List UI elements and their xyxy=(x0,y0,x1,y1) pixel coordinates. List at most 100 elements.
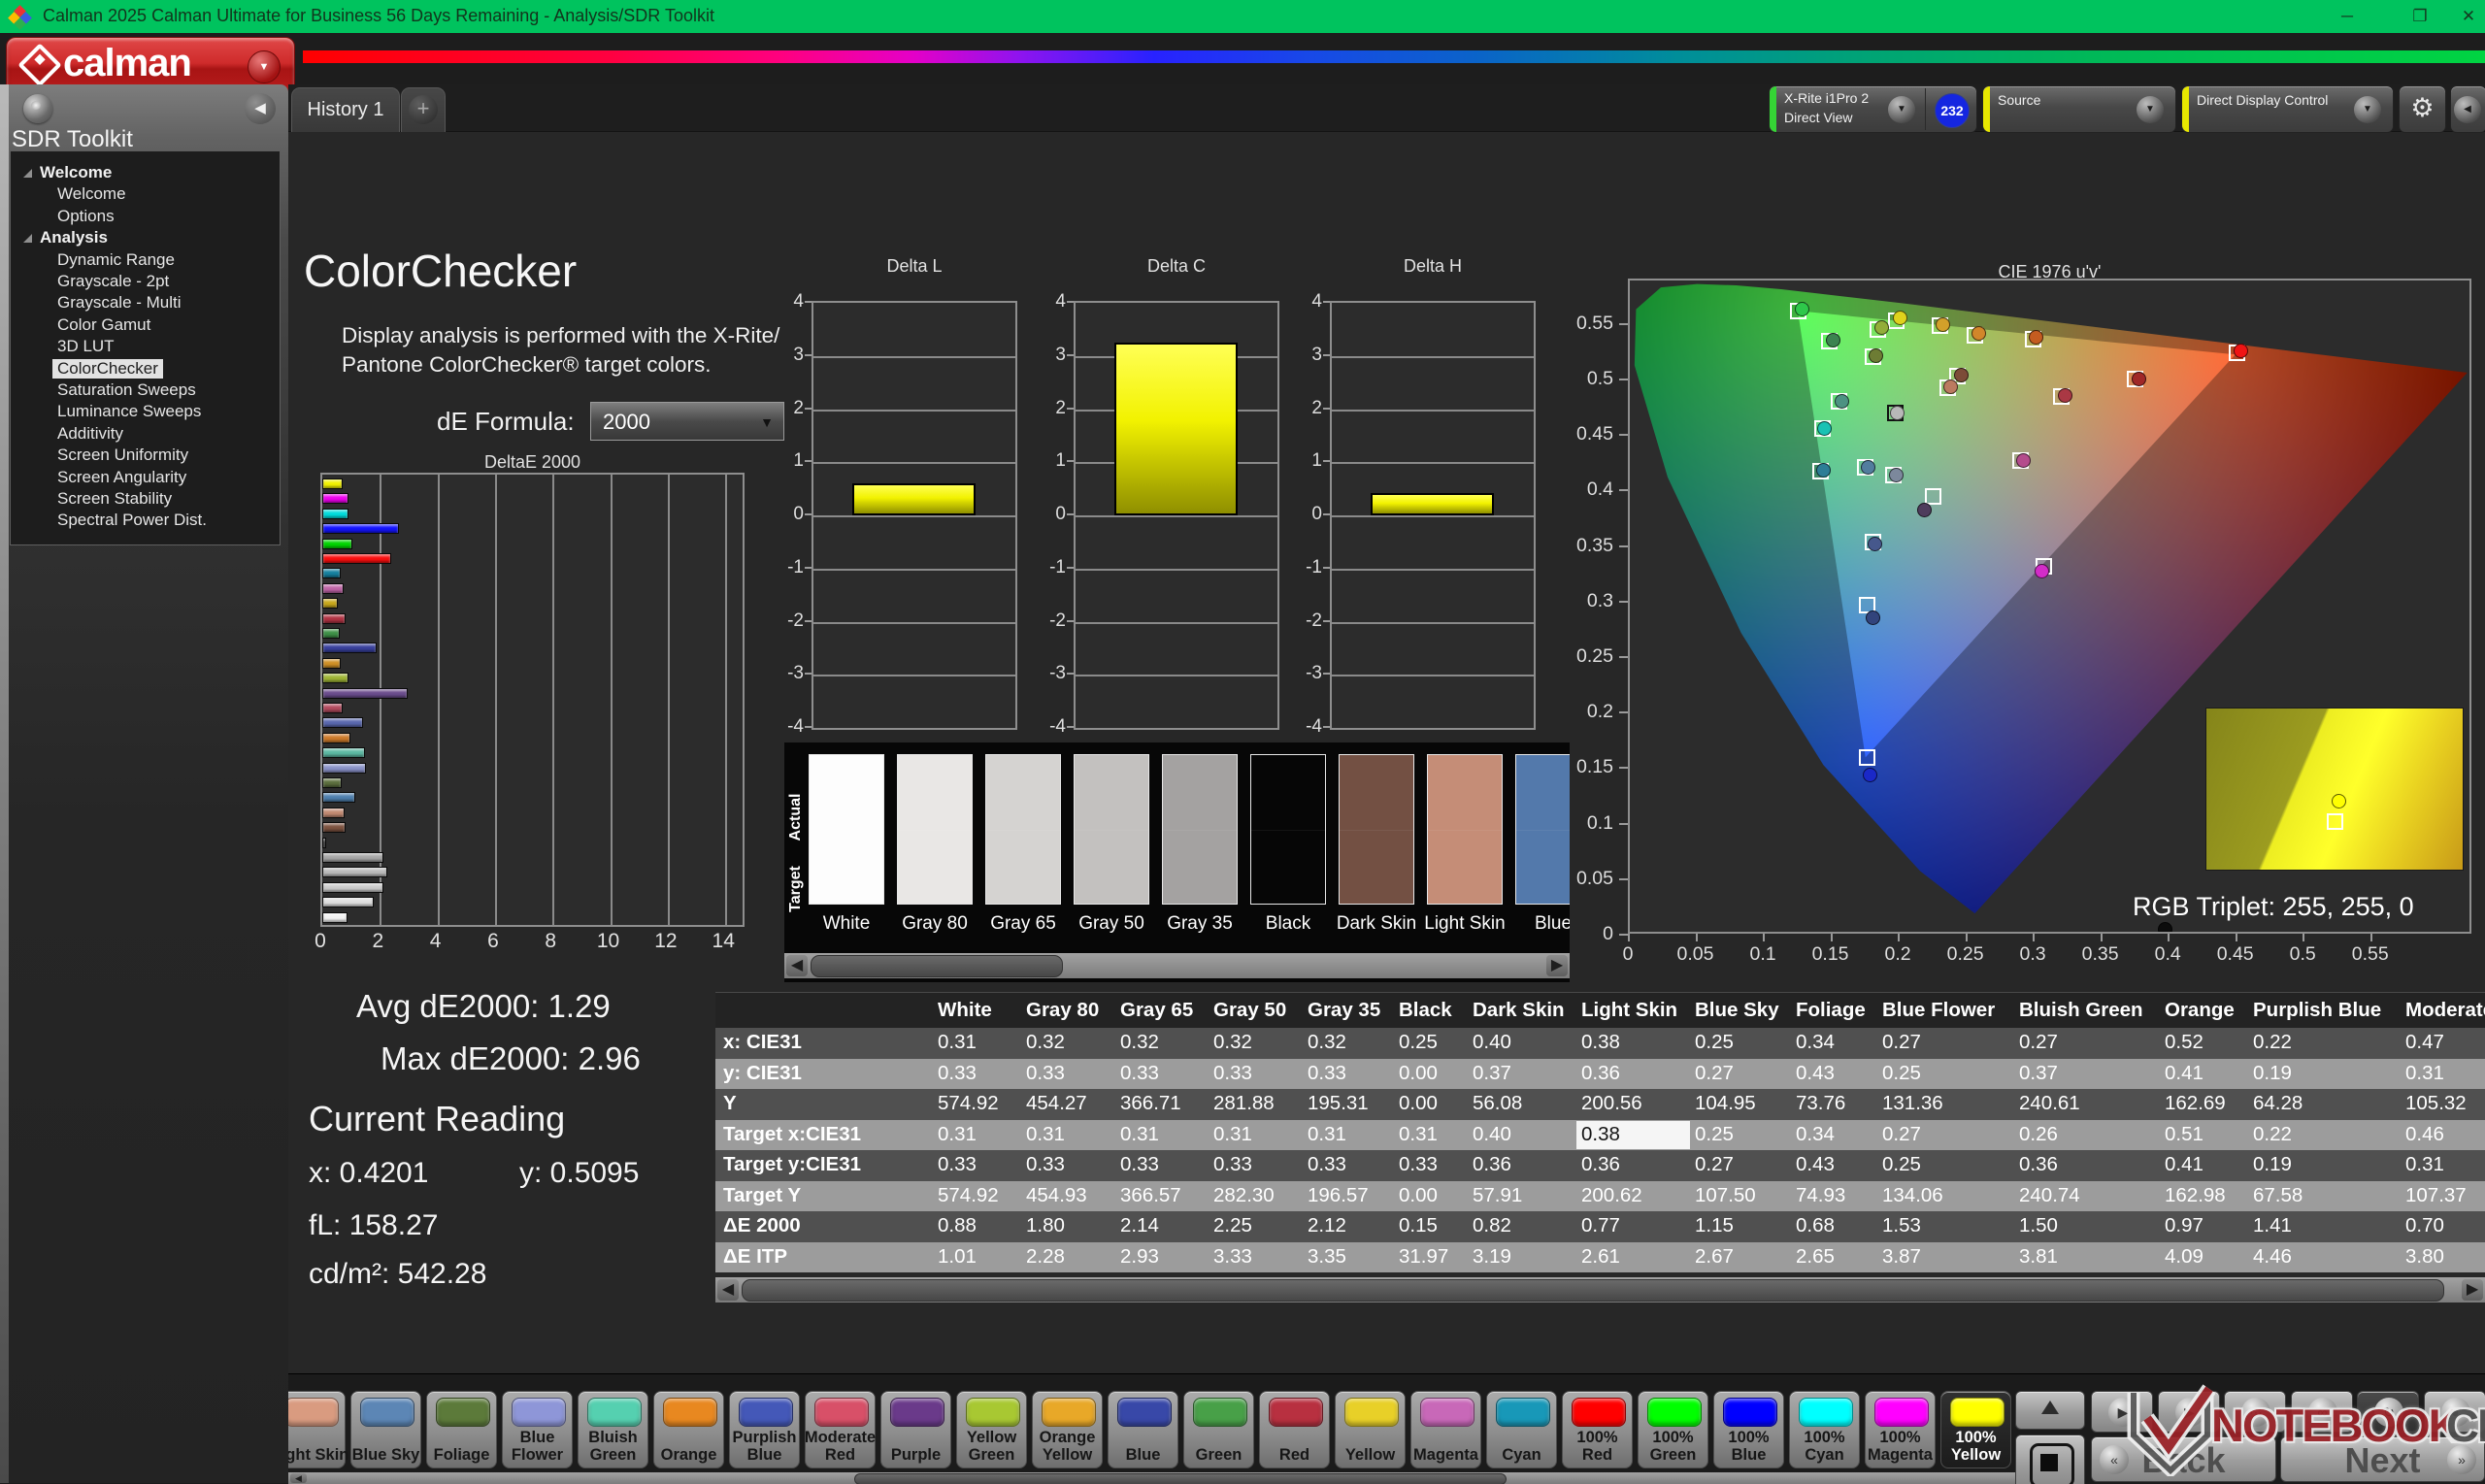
table-scroll-thumb[interactable] xyxy=(742,1279,2444,1302)
x-tick-mark xyxy=(1696,934,1698,941)
patch-scrollbar[interactable]: ◀ xyxy=(288,1472,2022,1484)
patch-button-orange-yellow[interactable]: Orange Yellow xyxy=(1032,1391,1103,1468)
sidebar-item-label: Additivity xyxy=(57,424,123,444)
table-cell: 73.76 xyxy=(1791,1092,1877,1115)
patch-button-magenta[interactable]: Magenta xyxy=(1410,1391,1481,1468)
expander-triangle-icon[interactable] xyxy=(23,234,32,243)
scroll-left-icon[interactable]: ◀ xyxy=(290,1473,307,1483)
sidebar-item-label: Luminance Sweeps xyxy=(57,402,201,421)
sidebar-item-screen-angularity[interactable]: Screen Angularity xyxy=(11,468,278,489)
patch-button-yellow[interactable]: Yellow xyxy=(1335,1391,1406,1468)
sidebar-item-options[interactable]: Options xyxy=(11,207,278,228)
sidebar-item-spectral-power-dist-[interactable]: Spectral Power Dist. xyxy=(11,511,278,532)
deltae-chart xyxy=(320,473,745,927)
swatch-gray-50[interactable] xyxy=(1074,754,1149,905)
display-chevron-icon[interactable]: ▼ xyxy=(2354,96,2381,123)
sidebar-item-screen-uniformity[interactable]: Screen Uniformity xyxy=(11,445,278,467)
sidebar-item-color-gamut[interactable]: Color Gamut xyxy=(11,315,278,337)
patch-button-blue-sky[interactable]: Blue Sky xyxy=(350,1391,421,1468)
swatch-blue[interactable] xyxy=(1515,754,1570,905)
patch-button-100-yellow[interactable]: 100% Yellow xyxy=(1940,1391,2011,1468)
patch-button-blue-flower[interactable]: Blue Flower xyxy=(502,1391,573,1468)
swatch-scrollbar[interactable]: ◀ ▶ xyxy=(784,953,1570,978)
logo-menu-chevron-icon[interactable]: ▼ xyxy=(248,50,281,83)
y-tick-mark xyxy=(1619,656,1628,658)
patch-button-100-green[interactable]: 100% Green xyxy=(1638,1391,1708,1468)
patch-button-red[interactable]: Red xyxy=(1259,1391,1330,1468)
sidebar-item-dynamic-range[interactable]: Dynamic Range xyxy=(11,250,278,272)
column-header-dark-skin: Dark Skin xyxy=(1468,999,1576,1024)
display-control-dropdown[interactable]: Direct Display Control ▼ xyxy=(2181,85,2394,133)
swatch-gray-65[interactable] xyxy=(985,754,1061,905)
patch-button-100-blue[interactable]: 100% Blue xyxy=(1713,1391,1784,1468)
patch-button-purplish-blue[interactable]: Purplish Blue xyxy=(729,1391,800,1468)
collapse-panel-button[interactable]: ◀ xyxy=(2450,85,2485,133)
patch-button-bluish-green[interactable]: Bluish Green xyxy=(578,1391,648,1468)
swatch-gray-35[interactable] xyxy=(1162,754,1238,905)
patch-button-cyan[interactable]: Cyan xyxy=(1486,1391,1557,1468)
patch-button-purple[interactable]: Purple xyxy=(880,1391,951,1468)
scroll-right-icon[interactable]: ▶ xyxy=(1546,955,1568,976)
meter-chevron-icon[interactable]: ▼ xyxy=(1888,96,1915,123)
restore-button[interactable]: ❐ xyxy=(2398,8,2442,25)
patch-button-yellow-green[interactable]: Yellow Green xyxy=(956,1391,1027,1468)
swatch-scroll-thumb[interactable] xyxy=(811,955,1063,977)
patch-button-100-red[interactable]: 100% Red xyxy=(1562,1391,1633,1468)
sidebar-item-welcome[interactable]: Welcome xyxy=(11,163,278,184)
sidebar-item-grayscale-2pt[interactable]: Grayscale - 2pt xyxy=(11,272,278,293)
patch-button-blue[interactable]: Blue xyxy=(1108,1391,1178,1468)
sidebar-item-colorchecker[interactable]: ColorChecker xyxy=(11,359,278,380)
patch-button-foliage[interactable]: Foliage xyxy=(426,1391,497,1468)
close-button[interactable]: ✕ xyxy=(2446,8,2485,25)
scroll-left-icon[interactable]: ◀ xyxy=(717,1279,739,1301)
highlighted-cell[interactable]: 0.38 xyxy=(1576,1121,1690,1150)
chevron-left-icon: ◀ xyxy=(2454,96,2481,123)
patch-button-green[interactable]: Green xyxy=(1183,1391,1254,1468)
expander-triangle-icon[interactable] xyxy=(23,169,32,178)
patch-button-100-cyan[interactable]: 100% Cyan xyxy=(1789,1391,1860,1468)
settings-button[interactable]: ⚙ xyxy=(2399,85,2446,133)
table-cell: 0.37 xyxy=(1468,1062,1576,1085)
patch-button-light-skin[interactable]: Light Skin xyxy=(288,1391,346,1468)
sidebar-collapse-button[interactable]: ◀ xyxy=(245,93,276,124)
patch-scroll-thumb[interactable] xyxy=(854,1473,1507,1484)
sidebar-left-splitter[interactable] xyxy=(0,84,9,1483)
sidebar-item-3d-lut[interactable]: 3D LUT xyxy=(11,337,278,358)
table-cell: 0.36 xyxy=(1576,1153,1690,1176)
source-chevron-icon[interactable]: ▼ xyxy=(2137,96,2164,123)
sidebar-item-analysis[interactable]: Analysis xyxy=(11,228,278,249)
swatch-dark-skin[interactable] xyxy=(1339,754,1414,905)
swatch-black[interactable] xyxy=(1250,754,1326,905)
add-tab-button[interactable]: + xyxy=(401,87,446,132)
scroll-up-button[interactable] xyxy=(2015,1391,2085,1430)
scroll-left-icon[interactable]: ◀ xyxy=(786,955,808,976)
row-label: ΔE ITP xyxy=(715,1245,933,1269)
patch-color-swatch xyxy=(1117,1398,1172,1427)
table-cell: 0.41 xyxy=(2160,1062,2248,1085)
sidebar-item-additivity[interactable]: Additivity xyxy=(11,424,278,445)
sidebar-item-luminance-sweeps[interactable]: Luminance Sweeps xyxy=(11,402,278,423)
sidebar-item-saturation-sweeps[interactable]: Saturation Sweeps xyxy=(11,380,278,402)
scroll-right-icon[interactable]: ▶ xyxy=(2462,1279,2483,1301)
sidebar-item-grayscale-multi[interactable]: Grayscale - Multi xyxy=(11,293,278,314)
minimize-button[interactable]: ─ xyxy=(2325,8,2369,25)
workflow-led-button[interactable] xyxy=(23,94,52,123)
source-dropdown[interactable]: Source ▼ xyxy=(1982,85,2176,133)
patch-button-orange[interactable]: Orange xyxy=(653,1391,724,1468)
x-tick-mark xyxy=(2236,934,2237,941)
stop-button[interactable] xyxy=(2015,1435,2085,1484)
sidebar-item-welcome[interactable]: Welcome xyxy=(11,184,278,206)
y-tick-mark xyxy=(1323,301,1330,303)
sidebar-item-screen-stability[interactable]: Screen Stability xyxy=(11,489,278,511)
table-cell: 0.40 xyxy=(1468,1123,1576,1146)
swatch-white[interactable] xyxy=(809,754,884,905)
patch-button-100-magenta[interactable]: 100% Magenta xyxy=(1865,1391,1936,1468)
swatch-gray-80[interactable] xyxy=(897,754,973,905)
de-formula-dropdown[interactable]: 2000 ▼ xyxy=(590,402,784,441)
table-scrollbar[interactable]: ◀ ▶ xyxy=(715,1277,2485,1303)
meter-dropdown[interactable]: X-Rite i1Pro 2 Direct View ▼ 232 xyxy=(1769,85,1977,133)
patch-button-moderate-red[interactable]: Moderate Red xyxy=(805,1391,876,1468)
table-cell: 3.81 xyxy=(2014,1245,2160,1269)
swatch-light-skin[interactable] xyxy=(1427,754,1503,905)
tab-history-1[interactable]: History 1 xyxy=(291,87,400,132)
